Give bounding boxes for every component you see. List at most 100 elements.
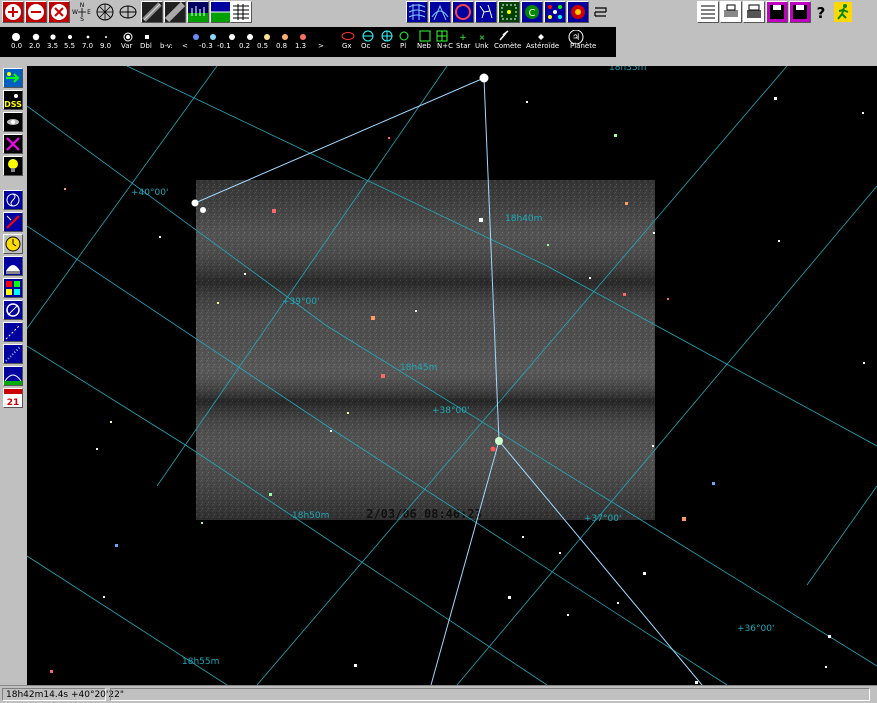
svg-text:?: ?: [817, 4, 826, 21]
calculator-button[interactable]: [3, 212, 23, 232]
galaxy-image-button[interactable]: [3, 112, 23, 132]
circle-fov-button[interactable]: [3, 300, 23, 320]
star: [269, 493, 272, 496]
star: [862, 112, 864, 114]
grid-label-dec-36: +36°00': [737, 624, 774, 634]
type-label-planet: Planète: [570, 42, 597, 50]
mag-label-1: 2.0: [29, 42, 41, 50]
mag-label-3: 5.5: [64, 42, 76, 50]
star: [547, 244, 549, 246]
bv-value-1: -0.3: [199, 42, 213, 50]
dotted-line-button[interactable]: [3, 344, 23, 364]
star: [695, 681, 698, 684]
milky-way-button[interactable]: [141, 1, 163, 23]
printer-setup-icon: [724, 4, 738, 17]
orientation-compass-button[interactable]: N W E S: [71, 0, 93, 26]
azimuthal-grid-icon: [431, 4, 449, 21]
star: [526, 101, 528, 103]
save-button[interactable]: [766, 1, 788, 23]
lightbulb-button[interactable]: [3, 156, 23, 176]
equatorial-grid-icon: [408, 4, 426, 20]
svg-text:21: 21: [7, 398, 20, 407]
nebula-button[interactable]: [567, 1, 589, 23]
grid-toggle-button[interactable]: [117, 1, 139, 23]
export-button[interactable]: [743, 1, 765, 23]
printer-setup-button[interactable]: [720, 1, 742, 23]
grid-label-dec-39: +39°00': [282, 297, 319, 307]
type-label-asteroid: Astéroïde: [526, 42, 560, 50]
grid-label-18h55: 18h55m: [182, 657, 219, 667]
print-icon: [701, 5, 715, 19]
calendar-button[interactable]: 21: [3, 388, 23, 408]
zoom-reset-button[interactable]: [48, 1, 70, 23]
constellation-network-button[interactable]: [94, 1, 116, 23]
galaxy-spiral-icon: [6, 193, 20, 207]
grid-label-18h50: 18h50m: [292, 511, 329, 521]
help-button[interactable]: ?: [813, 3, 829, 22]
azimuthal-grid-button[interactable]: [429, 1, 451, 23]
sky-chart-svg[interactable]: 2/03/06 08:46:23 18h35m 18h40m 18h45m 18…: [27, 66, 877, 685]
star: [652, 445, 654, 447]
star: [614, 134, 617, 137]
svg-text:E: E: [87, 9, 91, 16]
satellite-track-button[interactable]: [3, 322, 23, 342]
nebula-x-button[interactable]: [3, 134, 23, 154]
checkbox-icon: [594, 7, 607, 17]
svg-text:DSS: DSS: [4, 100, 22, 109]
constellation-lines-button[interactable]: [498, 1, 520, 23]
calculator-icon: [6, 215, 20, 229]
horizon-tree-button[interactable]: [187, 1, 209, 23]
display-toggle-button[interactable]: [592, 3, 610, 21]
dss-image: 2/03/06 08:46:23: [196, 180, 655, 521]
galactic-grid-button[interactable]: [452, 1, 474, 23]
clock-button[interactable]: [3, 234, 23, 254]
magnitude-legend: + × ♃ 0.0 2.0 3.5 5.5 7.0 9.0 Var Dbl b-…: [0, 27, 616, 57]
object-list-button[interactable]: [230, 1, 252, 23]
mag-label-5: 9.0: [100, 42, 112, 50]
star: [522, 536, 524, 538]
star: [828, 635, 831, 638]
ecliptic-grid-button[interactable]: [475, 1, 497, 23]
horizon-arc-icon: [4, 374, 22, 385]
nebula-icon: [571, 5, 585, 19]
horizon-arc-button[interactable]: [3, 366, 23, 386]
star: [589, 277, 591, 279]
grid-label-18h35: 18h35m: [609, 66, 646, 73]
satellite-track-icon: [5, 324, 21, 340]
star: [682, 517, 686, 521]
type-label-oc: Oc: [361, 42, 371, 50]
constellation-lines-icon: [501, 4, 517, 20]
type-label-star: Star: [456, 42, 471, 50]
star: [508, 596, 511, 599]
bv-value-4: 0.5: [257, 42, 269, 50]
star: [653, 232, 655, 234]
save-as-button[interactable]: [789, 1, 811, 23]
sky-chart-canvas[interactable]: 2/03/06 08:46:23 18h35m 18h40m 18h45m 18…: [27, 66, 877, 685]
horizon-grid-button[interactable]: [210, 1, 232, 23]
catalog-stars-icon: [548, 5, 562, 19]
mosaic-button[interactable]: [3, 278, 23, 298]
star: [567, 614, 569, 616]
catalog-stars-button[interactable]: [544, 1, 566, 23]
star: [330, 430, 332, 432]
mag-label-2: 3.5: [47, 42, 59, 50]
zoom-out-button[interactable]: [25, 1, 47, 23]
star: [381, 374, 385, 378]
exit-button[interactable]: [834, 2, 852, 22]
image-survey-button[interactable]: [164, 1, 186, 23]
ecliptic-grid-icon: [479, 4, 493, 19]
print-button[interactable]: [697, 1, 719, 23]
equatorial-grid-button[interactable]: [406, 1, 428, 23]
zoom-in-button[interactable]: [2, 1, 24, 23]
dss-button[interactable]: DSS: [3, 90, 23, 110]
calendar-21-icon: 21: [4, 389, 22, 407]
type-label-unk: Unk: [475, 42, 489, 50]
goto-button[interactable]: [3, 68, 23, 88]
circle-fov-icon: [6, 303, 20, 317]
mag-label-0: 0.0: [11, 42, 23, 50]
refresh-button[interactable]: C: [521, 1, 543, 23]
star: [354, 664, 357, 667]
galaxy-spiral-button[interactable]: [3, 190, 23, 210]
telescope-dome-button[interactable]: [3, 256, 23, 276]
dss-image-icon: DSS: [4, 94, 22, 109]
